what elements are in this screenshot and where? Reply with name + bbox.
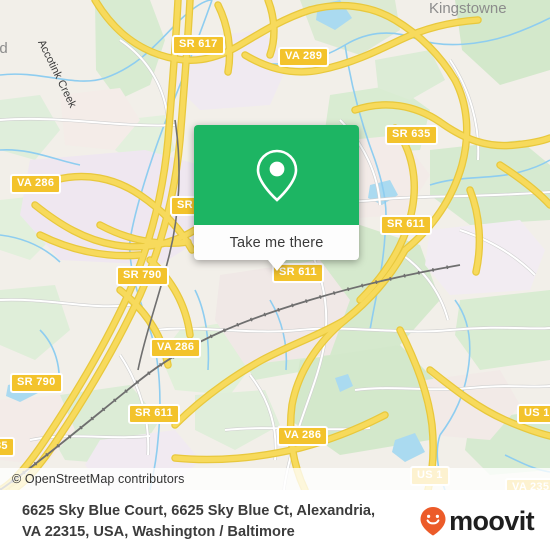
map-canvas[interactable]: Kingstowne ld Accotink Creek SR 617 VA 2… bbox=[0, 0, 550, 490]
road-shield-us1-e: US 1 bbox=[517, 404, 550, 424]
road-shield-va286-nw: VA 286 bbox=[10, 174, 62, 194]
moovit-wordmark: moovit bbox=[449, 505, 535, 536]
map-pin-icon bbox=[256, 149, 297, 202]
road-shield-va289: VA 289 bbox=[278, 47, 330, 67]
address-caption: 6625 Sky Blue Court, 6625 Sky Blue Ct, A… bbox=[22, 501, 412, 543]
caption-bar: 6625 Sky Blue Court, 6625 Sky Blue Ct, A… bbox=[0, 490, 550, 550]
location-popup-card[interactable]: Take me there bbox=[194, 125, 359, 271]
take-me-there-button[interactable]: Take me there bbox=[194, 225, 359, 260]
moovit-logo[interactable]: moovit bbox=[419, 505, 535, 536]
road-shield-sr635: SR 635 bbox=[385, 125, 438, 145]
place-label-partial: ld bbox=[0, 40, 8, 57]
road-shield-va286-s: VA 286 bbox=[277, 426, 329, 446]
road-shield-sr611-e: SR 611 bbox=[380, 215, 432, 235]
road-shield-sr611-sw: SR 611 bbox=[128, 404, 180, 424]
osm-attribution[interactable]: © OpenStreetMap contributors bbox=[0, 468, 550, 490]
road-shield-va286-c: VA 286 bbox=[150, 338, 202, 358]
road-shield-sr790-n: SR 790 bbox=[116, 266, 169, 286]
popup-header bbox=[194, 125, 359, 225]
address-line-2: VA 22315, USA, Washington / Baltimore bbox=[22, 524, 295, 540]
moovit-pin-smiley-icon bbox=[420, 507, 446, 536]
road-shield-sr790-s: SR 790 bbox=[10, 373, 63, 393]
place-label-kingstowne: Kingstowne bbox=[429, 0, 507, 17]
moovit-map-screenshot: Kingstowne ld Accotink Creek SR 617 VA 2… bbox=[0, 0, 550, 550]
address-line-1: 6625 Sky Blue Court, 6625 Sky Blue Ct, A… bbox=[22, 503, 376, 519]
take-me-there-label: Take me there bbox=[229, 234, 324, 251]
road-shield-35-partial: 35 bbox=[0, 437, 15, 457]
road-shield-sr617: SR 617 bbox=[172, 35, 225, 55]
popup-pointer-tail bbox=[267, 260, 286, 271]
